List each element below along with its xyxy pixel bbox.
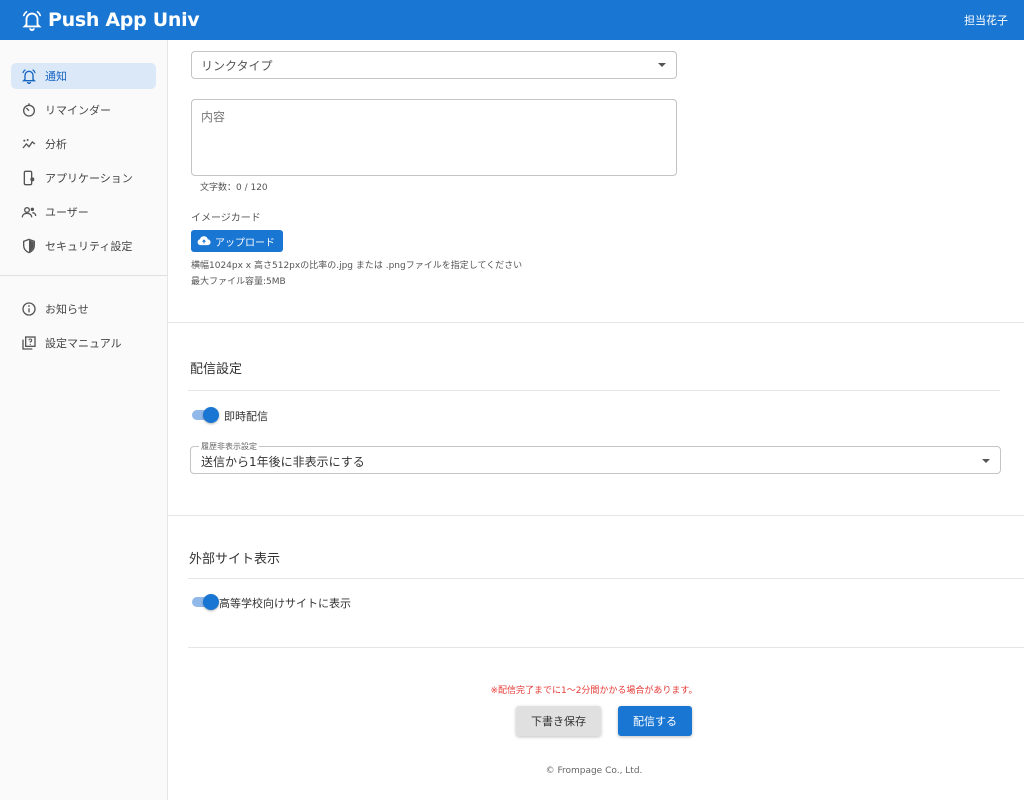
sidebar-item-applications[interactable]: アプリケーション bbox=[11, 165, 156, 191]
sidebar-item-notifications[interactable]: 通知 bbox=[11, 63, 156, 89]
toggle-thumb bbox=[203, 594, 219, 610]
content-placeholder: 内容 bbox=[201, 110, 226, 124]
upload-label: アップロード bbox=[215, 237, 275, 249]
external-site-title: 外部サイト表示 bbox=[189, 552, 281, 567]
actions-divider bbox=[188, 647, 1024, 648]
app-title: Push App Univ bbox=[48, 9, 200, 31]
high-school-site-toggle[interactable] bbox=[190, 594, 219, 610]
delivery-settings-title: 配信設定 bbox=[190, 362, 243, 377]
sidebar-item-label: お知らせ bbox=[45, 303, 89, 316]
history-hide-value: 送信から1年後に非表示にする bbox=[201, 455, 365, 469]
sidebar-secondary-nav: お知らせ 設定マニュアル bbox=[0, 296, 167, 356]
app-header: Push App Univ 担当花子 bbox=[0, 0, 1024, 40]
user-name[interactable]: 担当花子 bbox=[964, 12, 1008, 28]
timer-icon bbox=[21, 102, 37, 118]
sidebar-item-security[interactable]: セキュリティ設定 bbox=[11, 233, 156, 259]
upload-button[interactable]: アップロード bbox=[191, 230, 283, 252]
history-hide-select[interactable]: 履歴非表示設定 送信から1年後に非表示にする bbox=[190, 441, 1001, 474]
info-icon bbox=[21, 301, 37, 317]
sidebar-item-reminders[interactable]: リマインダー bbox=[11, 97, 156, 123]
analytics-icon bbox=[21, 136, 37, 152]
delivery-warning: ※配信完了までに1〜2分間かかる場合があります。 bbox=[490, 686, 698, 696]
sidebar-item-label: 設定マニュアル bbox=[45, 337, 122, 350]
toggle-thumb bbox=[203, 407, 219, 423]
immediate-delivery-toggle[interactable] bbox=[190, 407, 219, 423]
sidebar: 通知 リマインダー 分析 アプリケーション ユーザー セキュリティ設定 お知らせ… bbox=[0, 40, 168, 800]
shield-icon bbox=[21, 238, 37, 254]
high-school-site-label: 高等学校向けサイトに表示 bbox=[219, 597, 351, 610]
manual-icon bbox=[21, 335, 37, 351]
link-type-select[interactable]: リンクタイプ bbox=[191, 51, 677, 79]
link-type-placeholder: リンクタイプ bbox=[201, 58, 273, 73]
footer-copyright: © Frompage Co., Ltd. bbox=[545, 766, 643, 776]
sidebar-item-users[interactable]: ユーザー bbox=[11, 199, 156, 225]
image-card-label: イメージカード bbox=[191, 213, 261, 224]
sidebar-item-label: リマインダー bbox=[45, 104, 111, 117]
caret-down-icon bbox=[658, 63, 666, 67]
section-divider bbox=[168, 322, 1024, 323]
sidebar-item-label: セキュリティ設定 bbox=[45, 240, 133, 253]
sidebar-item-analytics[interactable]: 分析 bbox=[11, 131, 156, 157]
bell-logo-icon bbox=[20, 8, 44, 32]
sidebar-item-label: 通知 bbox=[45, 70, 67, 83]
external-title-divider bbox=[188, 578, 1024, 579]
sidebar-divider bbox=[0, 275, 167, 276]
sidebar-item-news[interactable]: お知らせ bbox=[11, 296, 156, 322]
send-button[interactable]: 配信する bbox=[618, 706, 692, 736]
image-hint-dimensions: 横幅1024px x 高さ512pxの比率の.jpg または .pngファイルを… bbox=[191, 261, 523, 271]
history-hide-legend: 履歴非表示設定 bbox=[199, 441, 259, 452]
sidebar-item-label: アプリケーション bbox=[45, 172, 133, 185]
sidebar-item-label: ユーザー bbox=[45, 206, 89, 219]
image-hint-filesize: 最大ファイル容量:5MB bbox=[191, 277, 286, 287]
sidebar-item-label: 分析 bbox=[45, 138, 67, 151]
caret-down-icon bbox=[982, 459, 990, 463]
sidebar-item-manual[interactable]: 設定マニュアル bbox=[11, 330, 156, 356]
immediate-delivery-label: 即時配信 bbox=[224, 410, 268, 423]
save-draft-button[interactable]: 下書き保存 bbox=[516, 706, 601, 736]
delivery-title-divider bbox=[188, 390, 1000, 391]
section-divider bbox=[168, 515, 1024, 516]
bell-icon bbox=[21, 68, 37, 84]
mobile-app-icon bbox=[21, 170, 37, 186]
main-content: リンクタイプ 内容 文字数：0 / 120 イメージカード アップロード 横幅1… bbox=[168, 40, 1024, 800]
brand[interactable]: Push App Univ bbox=[20, 8, 200, 32]
content-textarea[interactable]: 内容 bbox=[191, 99, 677, 176]
sidebar-nav: 通知 リマインダー 分析 アプリケーション ユーザー セキュリティ設定 bbox=[0, 40, 167, 259]
char-count: 文字数：0 / 120 bbox=[200, 183, 268, 193]
users-icon bbox=[21, 204, 37, 220]
cloud-upload-icon bbox=[197, 234, 211, 248]
